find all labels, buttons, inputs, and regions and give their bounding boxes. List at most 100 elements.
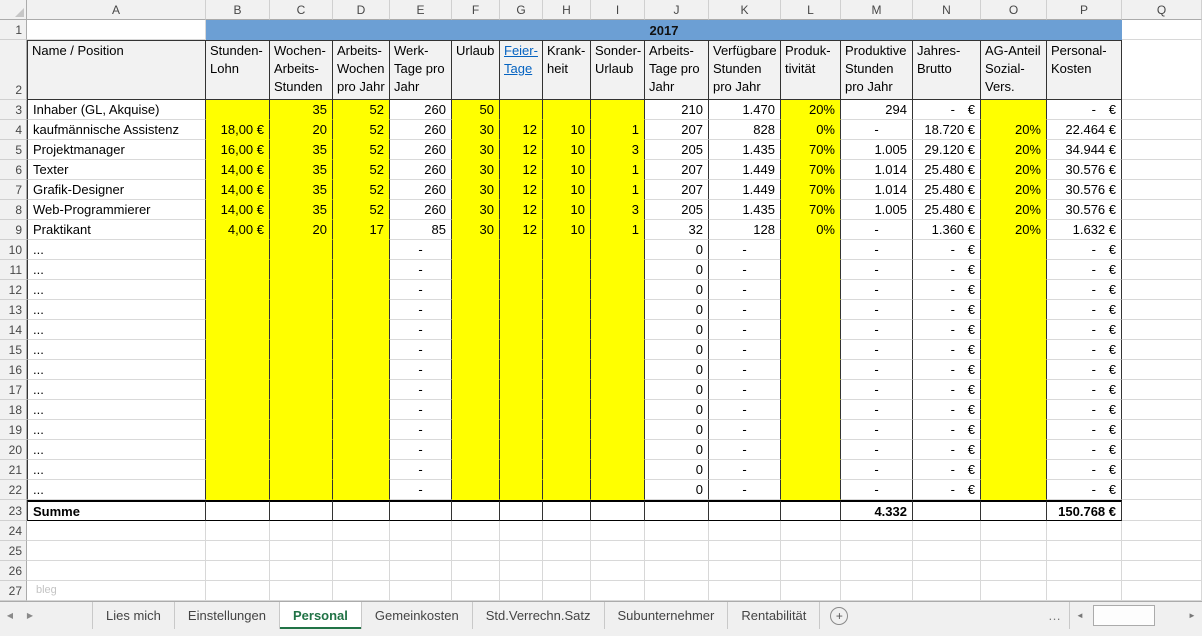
cell-C22[interactable] [270,480,333,500]
cell-B22[interactable] [206,480,270,500]
cell-I12[interactable] [591,280,645,300]
cell-J15[interactable]: 0 [645,340,709,360]
cell-I13[interactable] [591,300,645,320]
cell-F18[interactable] [452,400,500,420]
cell-I19[interactable] [591,420,645,440]
row-header-4[interactable]: 4 [0,120,27,140]
cell-O13[interactable] [981,300,1047,320]
feier-tage-link[interactable]: Feier- Tage [504,43,538,76]
cell-E7[interactable]: 260 [390,180,452,200]
cell-L9[interactable]: 0% [781,220,841,240]
cell-N13[interactable]: -€ [913,300,981,320]
cell-O12[interactable] [981,280,1047,300]
tab-lies-mich[interactable]: Lies mich [92,602,175,629]
cell-J8[interactable]: 205 [645,200,709,220]
cell-C11[interactable] [270,260,333,280]
cell-A2[interactable]: Name / Position [27,40,206,100]
cell-F23[interactable] [452,500,500,521]
cell-K13[interactable]: - [709,300,781,320]
cell-I10[interactable] [591,240,645,260]
cell-E13[interactable]: - [390,300,452,320]
cell-B18[interactable] [206,400,270,420]
cell-H23[interactable] [543,500,591,521]
tab-scroll-left-icon[interactable]: ◀ [0,602,20,629]
cell-H20[interactable] [543,440,591,460]
cell-N7[interactable]: 25.480 € [913,180,981,200]
cell-M16[interactable]: - [841,360,913,380]
tab-scroll-right-icon[interactable]: ▶ [20,602,40,629]
cell-B15[interactable] [206,340,270,360]
cell-F5[interactable]: 30 [452,140,500,160]
cell-L3[interactable]: 20% [781,100,841,120]
cell-J5[interactable]: 205 [645,140,709,160]
cell-B10[interactable] [206,240,270,260]
cell-A10[interactable]: ... [27,240,206,260]
cell-A21[interactable]: ... [27,460,206,480]
cell-H2[interactable]: Krank- heit [543,40,591,100]
cell-H11[interactable] [543,260,591,280]
cell-P22[interactable]: -€ [1047,480,1122,500]
cell-P19[interactable]: -€ [1047,420,1122,440]
cell-J22[interactable]: 0 [645,480,709,500]
row-header-16[interactable]: 16 [0,360,27,380]
cell-B2[interactable]: Stunden- Lohn [206,40,270,100]
cell-I3[interactable] [591,100,645,120]
cell-B7[interactable]: 14,00 € [206,180,270,200]
cell-L13[interactable] [781,300,841,320]
cell-A4[interactable]: kaufmännische Assistenz [27,120,206,140]
cell-N18[interactable]: -€ [913,400,981,420]
cell-E19[interactable]: - [390,420,452,440]
cell-B5[interactable]: 16,00 € [206,140,270,160]
cell-L20[interactable] [781,440,841,460]
cell-B8[interactable]: 14,00 € [206,200,270,220]
cell-O15[interactable] [981,340,1047,360]
cell-F15[interactable] [452,340,500,360]
cell-F4[interactable]: 30 [452,120,500,140]
cell-E21[interactable]: - [390,460,452,480]
cell-M3[interactable]: 294 [841,100,913,120]
cell-O2[interactable]: AG-Anteil Sozial- Vers. [981,40,1047,100]
cell-I5[interactable]: 3 [591,140,645,160]
cell-P23[interactable]: 150.768 € [1047,500,1122,521]
cell-J19[interactable]: 0 [645,420,709,440]
cell-P14[interactable]: -€ [1047,320,1122,340]
cell-P13[interactable]: -€ [1047,300,1122,320]
cell-J11[interactable]: 0 [645,260,709,280]
cell-I20[interactable] [591,440,645,460]
cell-H19[interactable] [543,420,591,440]
cell-H9[interactable]: 10 [543,220,591,240]
cell-N5[interactable]: 29.120 € [913,140,981,160]
cell-P12[interactable]: -€ [1047,280,1122,300]
cell-O17[interactable] [981,380,1047,400]
cell-B6[interactable]: 14,00 € [206,160,270,180]
cell-P10[interactable]: -€ [1047,240,1122,260]
cell-A23[interactable]: Summe [27,500,206,521]
cell-N15[interactable]: -€ [913,340,981,360]
cell-B19[interactable] [206,420,270,440]
cell-A12[interactable]: ... [27,280,206,300]
cell-O10[interactable] [981,240,1047,260]
cell-O21[interactable] [981,460,1047,480]
cell-O4[interactable]: 20% [981,120,1047,140]
cell-D12[interactable] [333,280,390,300]
cell-P5[interactable]: 34.944 € [1047,140,1122,160]
cell-M20[interactable]: - [841,440,913,460]
cell-J16[interactable]: 0 [645,360,709,380]
column-header-Q[interactable]: Q [1122,0,1202,20]
cell-H3[interactable] [543,100,591,120]
cell-I7[interactable]: 1 [591,180,645,200]
cell-O7[interactable]: 20% [981,180,1047,200]
cell-I23[interactable] [591,500,645,521]
cell-G3[interactable] [500,100,543,120]
cell-C3[interactable]: 35 [270,100,333,120]
column-header-P[interactable]: P [1047,0,1122,20]
cell-H16[interactable] [543,360,591,380]
cell-G4[interactable]: 12 [500,120,543,140]
cell-O6[interactable]: 20% [981,160,1047,180]
cell-C17[interactable] [270,380,333,400]
cell-L16[interactable] [781,360,841,380]
cell-L6[interactable]: 70% [781,160,841,180]
cell-M19[interactable]: - [841,420,913,440]
cell-M2[interactable]: Produktive Stunden pro Jahr [841,40,913,100]
cell-K16[interactable]: - [709,360,781,380]
